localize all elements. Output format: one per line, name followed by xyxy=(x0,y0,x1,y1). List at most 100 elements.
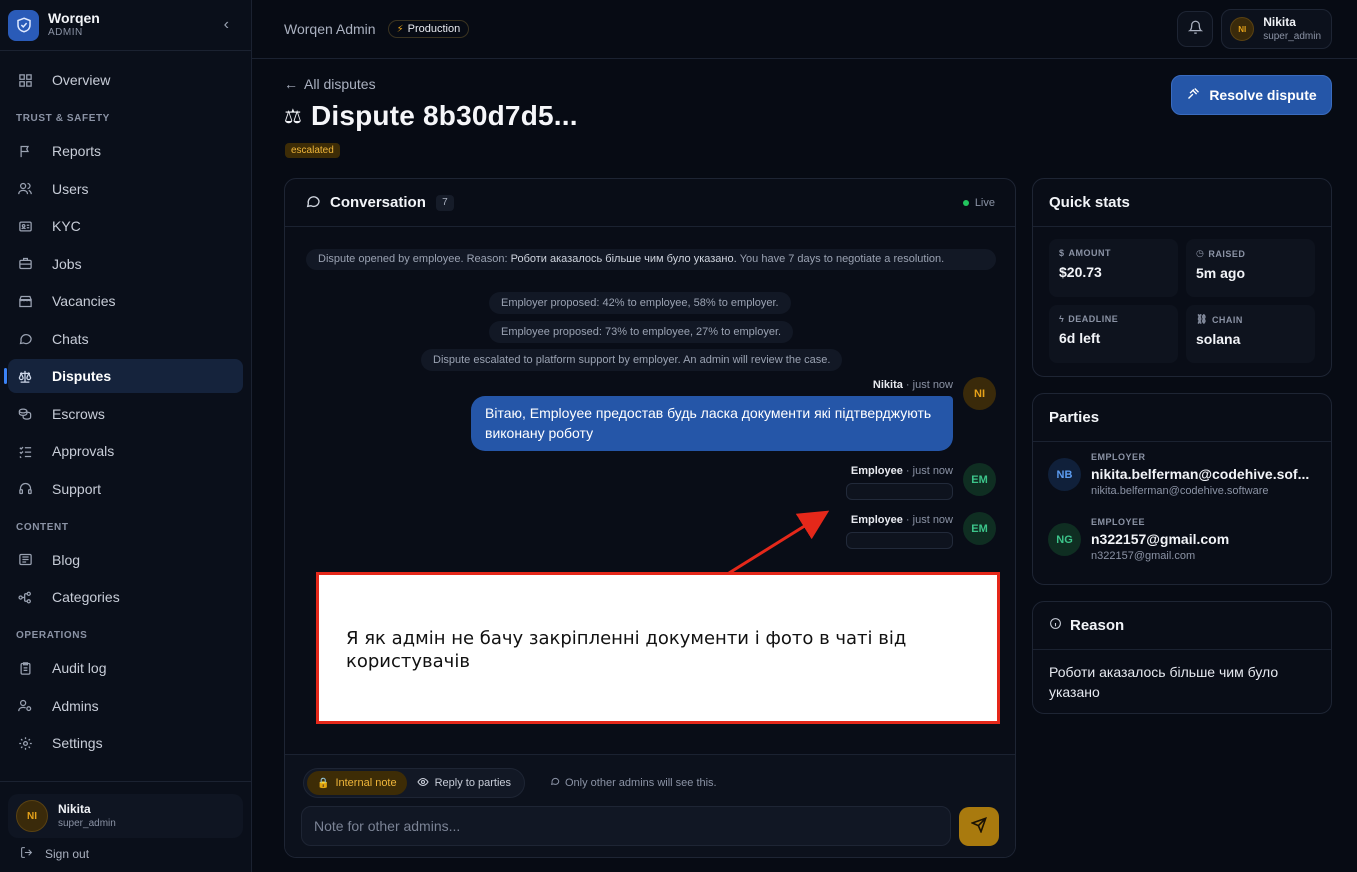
sidebar-item-label: Settings xyxy=(52,735,103,751)
reply-to-parties-label: Reply to parties xyxy=(434,777,512,789)
party-employee[interactable]: NG EMPLOYEE n322157@gmail.com n322157@gm… xyxy=(1033,507,1331,572)
stat-value: $20.73 xyxy=(1059,264,1102,280)
party-name: n322157@gmail.com xyxy=(1091,531,1230,547)
sidebar-user-card[interactable]: NI Nikita super_admin xyxy=(8,794,243,838)
sidebar-item-blog[interactable]: Blog xyxy=(8,543,243,577)
user-role: super_admin xyxy=(58,817,116,829)
chat-icon xyxy=(550,776,560,789)
sidebar-item-reports[interactable]: Reports xyxy=(8,134,243,168)
avatar: NB xyxy=(1048,458,1081,491)
brand-name: Worqen xyxy=(48,10,100,26)
sidebar-item-disputes[interactable]: Disputes xyxy=(4,359,243,393)
composer-hint: Only other admins will see this. xyxy=(550,776,717,789)
sidebar-item-vacancies[interactable]: Vacancies xyxy=(8,284,243,318)
sidebar-item-label: Audit log xyxy=(52,660,107,676)
sidebar-item-support[interactable]: Support xyxy=(8,472,243,506)
avatar: NI xyxy=(1230,17,1255,41)
sidebar-item-audit-log[interactable]: Audit log xyxy=(8,651,243,685)
user-menu-button[interactable]: NI Nikita super_admin xyxy=(1221,9,1332,49)
dispute-title: Dispute 8b30d7d5... xyxy=(310,100,578,131)
message-composer: 🔒 Internal note Reply to parties Only ot… xyxy=(285,754,1015,857)
sidebar-item-escrows[interactable]: Escrows xyxy=(8,397,243,431)
sidebar-item-admins[interactable]: Admins xyxy=(8,689,243,723)
logout-icon xyxy=(20,846,33,862)
note-input[interactable] xyxy=(301,806,951,846)
section-content: CONTENT xyxy=(16,521,69,533)
party-role: EMPLOYEE xyxy=(1091,517,1146,527)
chat-icon xyxy=(16,330,34,348)
sidebar-item-label: Jobs xyxy=(52,255,82,272)
party-role: EMPLOYER xyxy=(1091,452,1146,462)
headset-icon xyxy=(16,480,34,498)
sidebar-item-categories[interactable]: Categories xyxy=(8,580,243,614)
environment-badge: ⚡ Production xyxy=(387,20,470,38)
resolve-dispute-button[interactable]: Resolve dispute xyxy=(1171,75,1332,115)
annotation-box: Я як адмін не бачу закріпленні документи… xyxy=(316,572,1000,724)
chevron-left-icon[interactable]: ‹ xyxy=(224,16,229,34)
notifications-button[interactable] xyxy=(1177,11,1214,47)
annotation-arrow xyxy=(728,510,830,575)
grid-icon xyxy=(16,71,34,89)
quick-stats-title: Quick stats xyxy=(1033,179,1331,227)
sidebar-item-overview[interactable]: Overview xyxy=(8,63,243,97)
newspaper-icon xyxy=(16,551,34,569)
sidebar-item-label: Reports xyxy=(52,143,102,159)
sidebar-item-label: Disputes xyxy=(52,368,112,384)
sidebar-item-approvals[interactable]: Approvals xyxy=(8,434,243,468)
briefcase-icon xyxy=(16,255,34,273)
brand: Worqen ADMIN ‹ xyxy=(0,0,251,51)
id-card-icon xyxy=(16,217,34,235)
page-title: ⚖ Dispute 8b30d7d5... xyxy=(284,100,578,132)
annotation-text: Я як адмін не бачу закріпленні документи… xyxy=(346,628,907,672)
party-email: nikita.belferman@codehive.software xyxy=(1091,485,1269,497)
gear-icon xyxy=(16,734,34,752)
clipboard-icon xyxy=(16,659,34,677)
clock-icon: ◷ xyxy=(1196,248,1205,258)
sidebar-item-label: KYC xyxy=(52,218,81,234)
sidebar-item-kyc[interactable]: KYC xyxy=(8,209,243,243)
reply-to-parties-toggle[interactable]: Reply to parties xyxy=(407,771,521,795)
sidebar: Worqen ADMIN ‹ Overview TRUST & SAFETY R… xyxy=(0,0,252,872)
checklist-icon xyxy=(16,442,34,460)
stat-label: RAISED xyxy=(1208,248,1246,259)
app-title: Worqen Admin xyxy=(284,21,376,37)
reason-header: Reason xyxy=(1033,602,1331,650)
sign-out-button[interactable]: Sign out xyxy=(8,846,243,862)
arrow-left-icon: ← xyxy=(284,76,298,92)
store-icon xyxy=(16,292,34,310)
stat-raised: ◷ RAISED 5m ago xyxy=(1186,239,1315,297)
info-icon xyxy=(1049,617,1062,634)
section-operations: OPERATIONS xyxy=(16,630,88,641)
user-role: super_admin xyxy=(1263,30,1321,42)
sidebar-item-label: Approvals xyxy=(52,443,115,459)
sidebar-item-label: Users xyxy=(52,180,89,197)
bolt-icon: ϟ xyxy=(1059,314,1065,324)
reason-card: Reason Роботи аказалось більше чим було … xyxy=(1032,601,1332,714)
stat-value: solana xyxy=(1196,331,1241,347)
back-label: All disputes xyxy=(304,76,376,92)
quick-stats-card: Quick stats $ AMOUNT $20.73 ◷ RAISED 5m ag… xyxy=(1032,178,1332,377)
sidebar-nav: Overview TRUST & SAFETY Reports Users KY… xyxy=(0,51,251,760)
sidebar-item-settings[interactable]: Settings xyxy=(8,726,243,760)
composer-hint-text: Only other admins will see this. xyxy=(565,776,717,789)
status-badge: escalated xyxy=(285,143,340,158)
party-employer[interactable]: NB EMPLOYER nikita.belferman@codehive.so… xyxy=(1033,442,1331,507)
send-button[interactable] xyxy=(959,807,999,846)
sidebar-item-label: Admins xyxy=(52,697,99,714)
stat-label: DEADLINE xyxy=(1068,314,1119,324)
back-to-disputes-link[interactable]: ← All disputes xyxy=(284,76,376,92)
internal-note-toggle[interactable]: 🔒 Internal note xyxy=(307,771,407,795)
audience-toggle: 🔒 Internal note Reply to parties xyxy=(303,768,526,798)
sidebar-footer: NI Nikita super_admin Sign out xyxy=(0,781,251,872)
sidebar-item-label: Overview xyxy=(52,72,111,88)
avatar: NG xyxy=(1048,523,1081,556)
sidebar-item-label: Blog xyxy=(52,551,81,568)
top-bar: Worqen Admin ⚡ Production NI Nikita supe… xyxy=(252,0,1357,59)
parties-card: Parties NB EMPLOYER nikita.belferman@cod… xyxy=(1032,393,1332,585)
sidebar-item-users[interactable]: Users xyxy=(8,172,243,206)
scale-icon: ⚖ xyxy=(284,105,302,128)
avatar: NI xyxy=(16,800,48,832)
sidebar-item-jobs[interactable]: Jobs xyxy=(8,247,243,281)
stat-deadline: ϟ DEADLINE 6d left xyxy=(1049,305,1178,363)
sidebar-item-chats[interactable]: Chats xyxy=(8,322,243,356)
